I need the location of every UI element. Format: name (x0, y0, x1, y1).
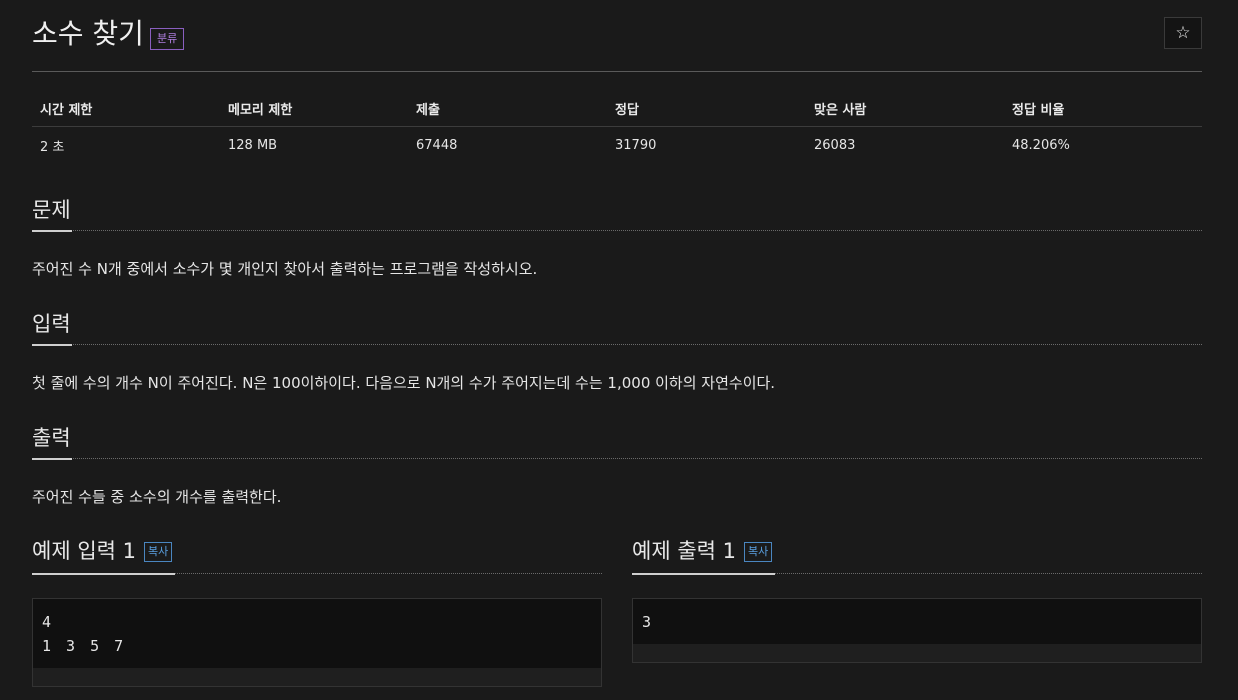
sample-output-scrollbar[interactable] (633, 644, 1201, 662)
sample-output-header: 예제 출력 1 복사 (632, 535, 1202, 575)
section-underline (32, 344, 72, 346)
sample-output-box[interactable]: 3 (632, 598, 1202, 663)
stats-time-limit: 2 초 (40, 139, 65, 155)
output-section: 출력 주어진 수들 중 소수의 개수를 출력한다. (32, 422, 1202, 507)
problem-stats-table: 시간 제한 메모리 제한 제출 정답 맞은 사람 정답 비율 2 초 128 M… (32, 90, 1202, 163)
stats-header-time-limit: 시간 제한 (32, 90, 220, 127)
sample-input-content: 4 1 3 5 7 (33, 599, 601, 668)
stats-ratio: 48.206% (1012, 137, 1070, 153)
sample-output-title: 예제 출력 1 (632, 539, 736, 563)
input-header: 입력 (32, 308, 1202, 346)
stats-memory-limit: 128 MB (228, 137, 278, 153)
stats-submissions: 67448 (416, 137, 458, 153)
section-underline (632, 573, 775, 575)
sample-input-line: 4 (42, 613, 52, 631)
section-underline (32, 230, 72, 232)
stats-accepted: 31790 (615, 137, 657, 153)
problem-header: 소수 찾기 분류 ☆ (32, 0, 1202, 72)
sample-input-line: 1 3 5 7 (42, 637, 124, 655)
stats-header-accepted: 정답 (607, 90, 806, 127)
favorite-button[interactable]: ☆ (1164, 17, 1202, 49)
description-title: 문제 (32, 198, 71, 222)
sample-output-content: 3 (633, 599, 1201, 644)
input-title: 입력 (32, 312, 71, 336)
section-underline (32, 573, 175, 575)
stats-header-memory-limit: 메모리 제한 (220, 90, 408, 127)
sample-output-line: 3 (642, 613, 652, 631)
sample-input-section: 예제 입력 1 복사 4 1 3 5 7 (32, 535, 602, 687)
problem-page: 소수 찾기 분류 ☆ 시간 제한 메모리 제한 제출 정답 맞은 사람 정답 비… (32, 0, 1202, 687)
stats-value-row: 2 초 128 MB 67448 31790 26083 48.206% (32, 127, 1202, 164)
stats-header-row: 시간 제한 메모리 제한 제출 정답 맞은 사람 정답 비율 (32, 90, 1202, 127)
input-section: 입력 첫 줄에 수의 개수 N이 주어진다. N은 100이하이다. 다음으로 … (32, 308, 1202, 393)
sample-input-box[interactable]: 4 1 3 5 7 (32, 598, 602, 687)
description-section: 문제 주어진 수 N개 중에서 소수가 몇 개인지 찾아서 출력하는 프로그램을… (32, 194, 1202, 279)
stats-header-ratio: 정답 비율 (1004, 90, 1202, 127)
stats-header-solvers: 맞은 사람 (806, 90, 1004, 127)
category-badge[interactable]: 분류 (150, 28, 185, 50)
output-text: 주어진 수들 중 소수의 개수를 출력한다. (32, 488, 282, 506)
copy-sample-input-button[interactable]: 복사 (144, 542, 173, 562)
sample-input-scrollbar[interactable] (33, 668, 601, 686)
sample-output-section: 예제 출력 1 복사 3 (632, 535, 1202, 663)
copy-sample-output-button[interactable]: 복사 (744, 542, 773, 562)
description-text: 주어진 수 N개 중에서 소수가 몇 개인지 찾아서 출력하는 프로그램을 작성… (32, 260, 538, 278)
sample-input-title: 예제 입력 1 (32, 539, 136, 563)
sample-output-title-row: 예제 출력 1 복사 (632, 537, 773, 565)
output-header: 출력 (32, 422, 1202, 460)
sample-input-header: 예제 입력 1 복사 (32, 535, 602, 575)
star-icon: ☆ (1175, 23, 1191, 43)
stats-header-submissions: 제출 (408, 90, 607, 127)
problem-title: 소수 찾기 (32, 17, 144, 50)
output-title: 출력 (32, 426, 71, 450)
sample-input-title-row: 예제 입력 1 복사 (32, 537, 173, 565)
section-underline (32, 458, 72, 460)
stats-solvers: 26083 (814, 137, 856, 153)
description-header: 문제 (32, 194, 1202, 232)
input-text: 첫 줄에 수의 개수 N이 주어진다. N은 100이하이다. 다음으로 N개의… (32, 374, 776, 392)
